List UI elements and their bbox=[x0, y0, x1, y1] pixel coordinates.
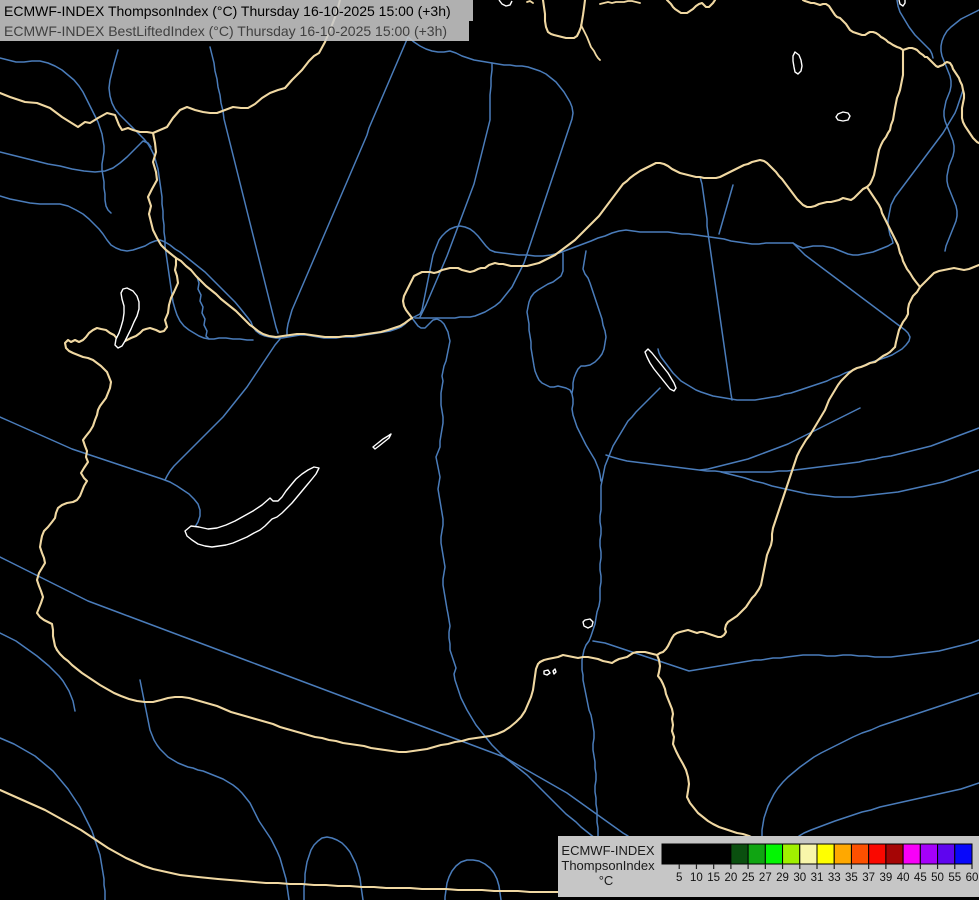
legend-swatch bbox=[679, 844, 696, 864]
legend-swatch bbox=[886, 844, 903, 864]
legend-tick-label: 25 bbox=[742, 872, 755, 884]
legend-swatch bbox=[748, 844, 765, 864]
legend-unit: °C bbox=[599, 873, 614, 888]
weather-map-window: ECMWF-INDEX ThompsonIndex (°C) Thursday … bbox=[0, 0, 979, 900]
legend-swatch bbox=[731, 844, 748, 864]
legend-tick-label: 40 bbox=[897, 872, 910, 884]
legend-tick-label: 15 bbox=[707, 872, 720, 884]
lake-small bbox=[553, 669, 556, 674]
map-background bbox=[0, 0, 979, 900]
legend-swatch bbox=[783, 844, 800, 864]
lake-small bbox=[544, 670, 550, 675]
legend-tick-label: 45 bbox=[914, 872, 927, 884]
lake-small bbox=[583, 619, 593, 628]
legend-tick-label: 31 bbox=[811, 872, 824, 884]
legend-swatch bbox=[920, 844, 937, 864]
legend-tick-label: 35 bbox=[845, 872, 858, 884]
map-title-line1: ECMWF-INDEX ThompsonIndex (°C) Thursday … bbox=[4, 3, 451, 19]
legend-swatch bbox=[765, 844, 782, 864]
legend-swatch bbox=[662, 844, 679, 864]
legend-tick-label: 39 bbox=[879, 872, 892, 884]
legend-title-line1: ECMWF-INDEX bbox=[561, 843, 654, 858]
legend-tick-label: 33 bbox=[828, 872, 841, 884]
weather-map-canvas: ECMWF-INDEX ThompsonIndex (°C) Thursday … bbox=[0, 0, 979, 900]
legend-color-scale: 5 10 15 20 25 27 29 30 31 33 35 37 39 40 45 50 55 60 bbox=[662, 844, 978, 884]
legend-tick-label: 30 bbox=[793, 872, 806, 884]
legend-swatch bbox=[817, 844, 834, 864]
legend-tick-label: 10 bbox=[690, 872, 703, 884]
title-bars: ECMWF-INDEX ThompsonIndex (°C) Thursday … bbox=[0, 0, 473, 41]
legend-tick-label: 20 bbox=[724, 872, 737, 884]
legend-swatch bbox=[851, 844, 868, 864]
map-title-line2: ECMWF-INDEX BestLiftedIndex (°C) Thursda… bbox=[4, 23, 447, 39]
legend-tick-label: 55 bbox=[948, 872, 961, 884]
legend-tick-label: 5 bbox=[676, 872, 682, 884]
legend-tick-label: 50 bbox=[931, 872, 944, 884]
legend-swatch bbox=[903, 844, 920, 864]
legend-swatch bbox=[696, 844, 713, 864]
legend-swatch bbox=[938, 844, 955, 864]
legend: ECMWF-INDEX ThompsonIndex °C 5 10 15 20 25 27… bbox=[558, 836, 979, 897]
legend-tick-label: 29 bbox=[776, 872, 789, 884]
legend-swatch bbox=[800, 844, 817, 864]
legend-tick-label: 27 bbox=[759, 872, 772, 884]
legend-swatch bbox=[714, 844, 731, 864]
legend-swatch bbox=[834, 844, 851, 864]
legend-tick-label: 37 bbox=[862, 872, 875, 884]
lake-small bbox=[836, 112, 850, 121]
legend-swatch bbox=[955, 844, 972, 864]
legend-title-line2: ThompsonIndex bbox=[561, 858, 655, 873]
legend-tick-label: 60 bbox=[966, 872, 979, 884]
legend-swatch bbox=[869, 844, 886, 864]
